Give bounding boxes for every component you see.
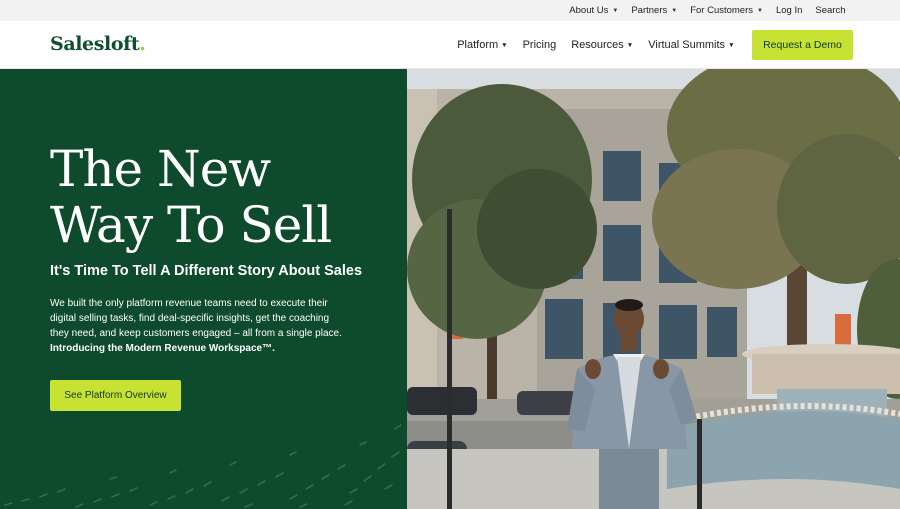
hero-subtitle: It's Time To Tell A Different Story Abou… [50, 263, 363, 279]
hero-title-line: Way To Sell [50, 196, 332, 254]
utility-link-log-in[interactable]: Log In [769, 5, 808, 16]
nav-item-resources[interactable]: Resources ▼ [564, 39, 641, 51]
utility-link-search[interactable]: Search [809, 5, 852, 16]
hero-body: We built the only platform revenue teams… [50, 296, 350, 356]
salesloft-logo[interactable]: Salesloft. [50, 33, 146, 55]
utility-link-label: For Customers [690, 5, 754, 16]
lamp-post [447, 209, 452, 509]
hero-video[interactable] [407, 69, 900, 509]
logo-text: Salesloft [50, 33, 140, 55]
nav-item-virtual-summits[interactable]: Virtual Summits ▼ [641, 39, 742, 51]
utility-link-label: Search [815, 5, 846, 16]
nav-item-pricing[interactable]: Pricing [515, 39, 564, 51]
nav-item-label: Platform [457, 39, 499, 51]
chevron-down-icon: ▼ [671, 7, 678, 14]
nav-item-label: Resources [571, 39, 624, 51]
hero-video-scene [407, 69, 900, 509]
chevron-down-icon: ▼ [728, 41, 735, 49]
utility-link-partners[interactable]: Partners ▼ [625, 5, 684, 16]
utility-link-label: Partners [631, 5, 668, 16]
request-demo-button[interactable]: Request a Demo [752, 30, 853, 60]
chevron-down-icon: ▼ [501, 41, 508, 49]
hero-title-line: The New [50, 140, 271, 198]
utility-bar: About Us ▼ Partners ▼ For Customers ▼ Lo… [0, 0, 900, 21]
main-nav: Platform ▼ Pricing Resources ▼ Virtual S… [450, 21, 742, 69]
see-platform-overview-button[interactable]: See Platform Overview [50, 380, 181, 411]
nav-item-label: Pricing [522, 39, 557, 51]
hero-title: The New Way To Sell [50, 141, 390, 253]
utility-nav: About Us ▼ Partners ▼ For Customers ▼ Lo… [563, 0, 852, 21]
hero-body-text: We built the only platform revenue teams… [50, 298, 342, 339]
hero-body-strong: Introducing the Modern Revenue Workspace… [50, 343, 275, 354]
logo-dot: . [139, 33, 146, 55]
chevron-down-icon: ▼ [612, 7, 619, 14]
hero-panel: The New Way To Sell It's Time To Tell A … [0, 69, 407, 509]
main-header: Salesloft. Platform ▼ Pricing Resources … [0, 21, 900, 69]
decorative-dash-pattern [4, 424, 402, 508]
utility-link-label: About Us [569, 5, 609, 16]
utility-link-label: Log In [775, 5, 803, 16]
utility-link-for-customers[interactable]: For Customers ▼ [684, 5, 770, 16]
utility-link-about-us[interactable]: About Us ▼ [563, 5, 625, 16]
chevron-down-icon: ▼ [757, 7, 763, 14]
nav-item-platform[interactable]: Platform ▼ [450, 39, 515, 51]
nav-item-label: Virtual Summits [648, 39, 726, 51]
chevron-down-icon: ▼ [626, 41, 634, 49]
